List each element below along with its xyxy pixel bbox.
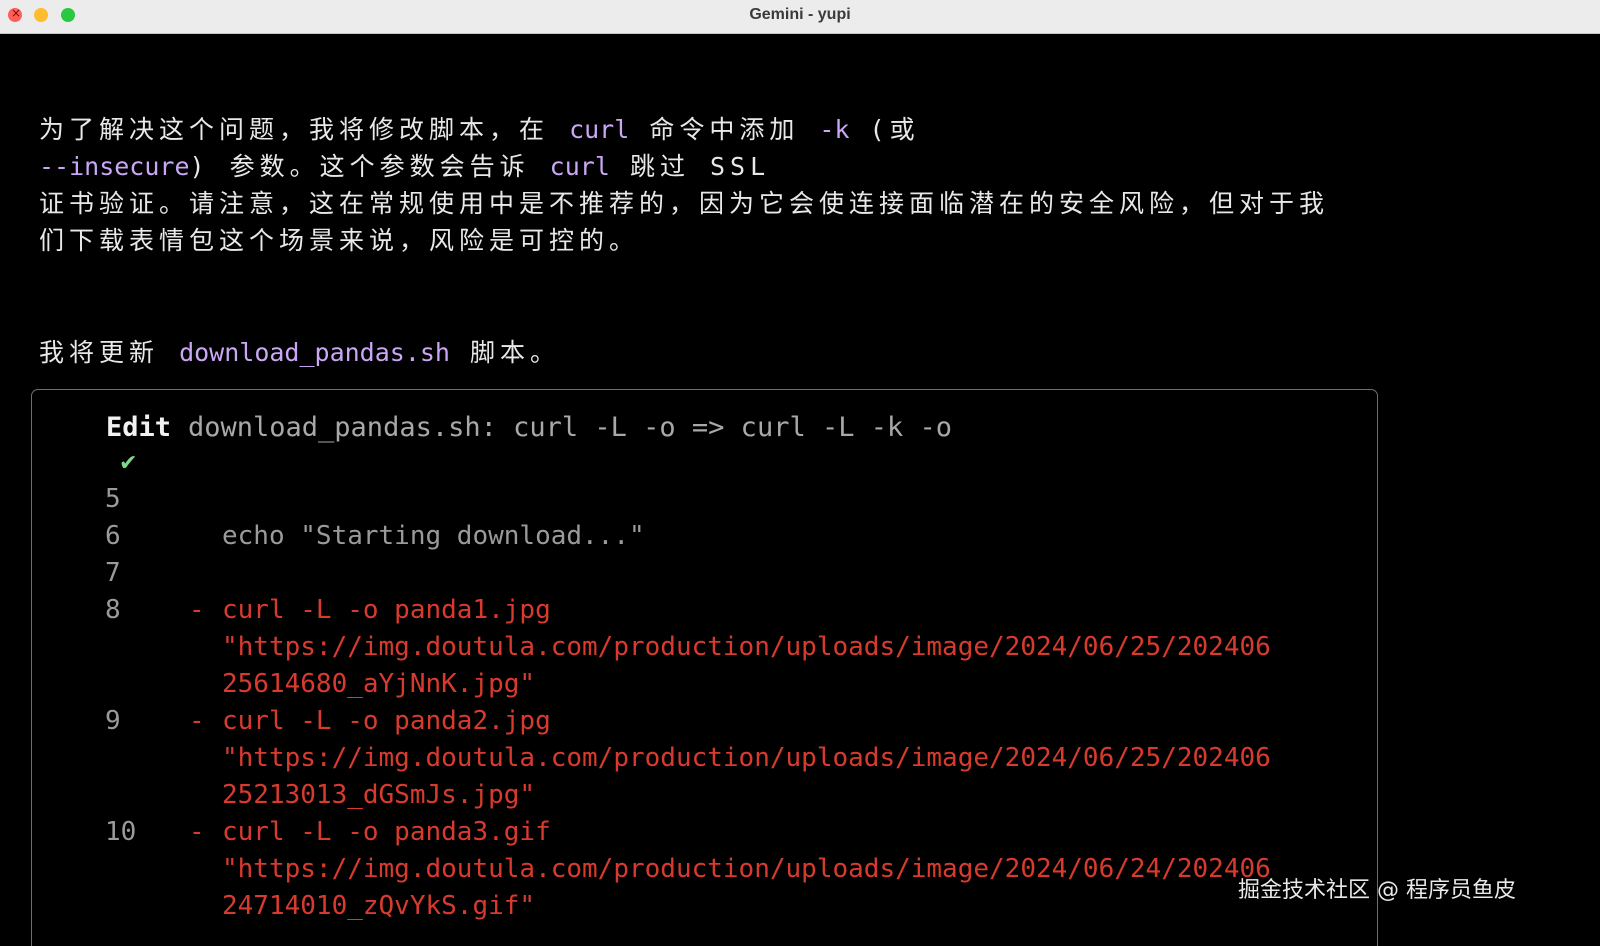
inline-code: --insecure [39,152,190,181]
code-text: 25213013_dGSmJs.jpg" [222,780,536,810]
window-title: Gemini - yupi [749,6,851,23]
edit-description: download_pandas.sh: curl -L -o => curl -… [188,412,953,443]
explanation-paragraph: 为了解决这个问题，我将修改脚本，在 curl 命令中添加 -k (或 --ins… [39,111,1519,259]
window-titlebar: Gemini - yupi [0,0,1600,34]
diff-marker: - [189,817,205,847]
line-number: 7 [105,558,121,588]
edit-header: ✔ Edit download_pandas.sh: curl -L -o =>… [54,411,952,583]
text-segment: 脚本。 [450,338,561,367]
edit-tool-panel: ✔ Edit download_pandas.sh: curl -L -o =>… [31,389,1378,946]
text-segment: 为了解决这个问题，我将修改脚本，在 [39,115,570,144]
code-text: curl -L -o panda2.jpg [222,706,551,736]
line-number: 6 [105,521,121,551]
explanation-line-1: 为了解决这个问题，我将修改脚本，在 curl 命令中添加 -k (或 [39,111,1519,148]
edit-label: Edit [106,412,172,443]
watermark: 掘金技术社区 @ 程序员鱼皮 [1238,878,1516,903]
diff-marker: - [189,595,205,625]
line-number: 9 [105,706,121,736]
code-text: "https://img.doutula.com/production/uplo… [222,743,1271,773]
explanation-line-4: 们下载表情包这个场景来说，风险是可控的。 [39,226,640,255]
explanation-line-2: --insecure) 参数。这个参数会告诉 curl 跳过 SSL [39,148,1519,185]
code-text: "https://img.doutula.com/production/uplo… [222,854,1271,884]
text-segment: (或 [849,115,920,144]
explanation-line-3: 证书验证。请注意，这在常规使用中是不推荐的，因为它会使连接面临潜在的安全风险，但… [39,189,1330,218]
inline-code: -k [819,115,850,144]
diff-marker: - [189,706,205,736]
code-text: 25614680_aYjNnK.jpg" [222,669,536,699]
inline-code: curl [549,152,610,181]
text-segment: 跳过 SSL [609,152,771,181]
inline-code: curl [569,115,630,144]
text-segment: 我将更新 [39,338,180,367]
line-number: 8 [105,595,121,625]
code-text: "https://img.doutula.com/production/uplo… [222,632,1271,662]
text-segment: 命令中添加 [629,115,820,144]
update-notice: 我将更新 download_pandas.sh 脚本。 [39,334,1519,371]
line-number: 5 [105,484,121,514]
text-segment: ) 参数。这个参数会告诉 [189,152,550,181]
code-text: curl -L -o panda1.jpg [222,595,551,625]
code-text: 24714010_zQvYkS.gif" [222,891,536,921]
code-text: echo "Starting download..." [222,521,645,551]
filename-code: download_pandas.sh [179,338,450,367]
line-number: 10 [105,817,137,847]
checkmark-icon: ✔ [119,451,138,476]
code-text: curl -L -o panda3.gif [222,817,551,847]
